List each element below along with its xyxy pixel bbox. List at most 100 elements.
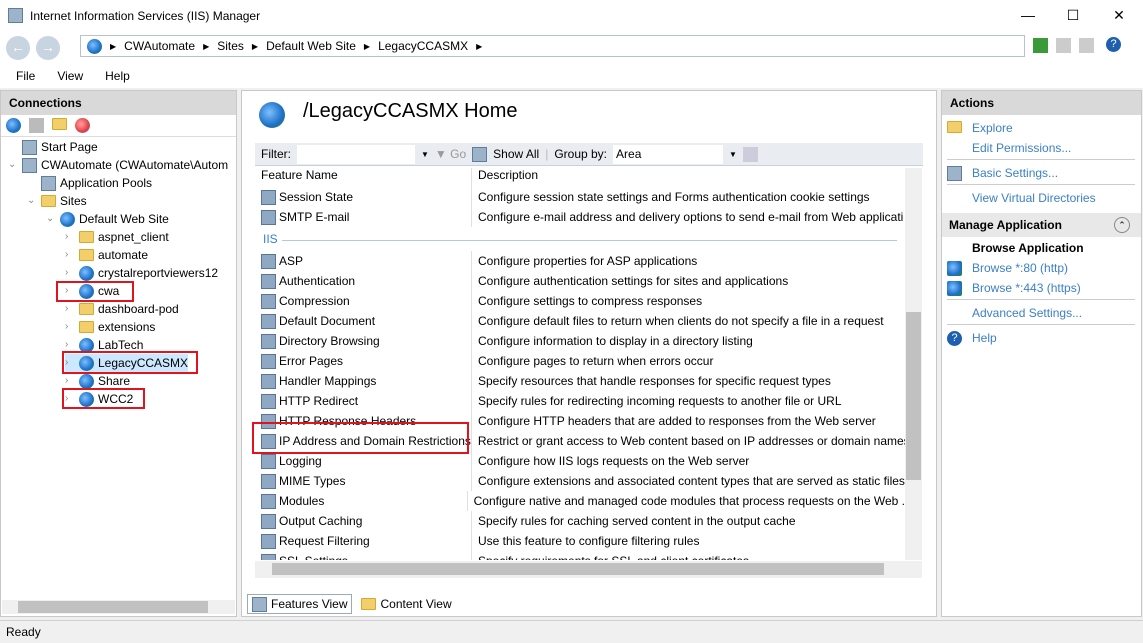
feature-row[interactable]: Compression Configure settings to compres… [255, 291, 905, 311]
breadcrumb-sites[interactable]: Sites [217, 39, 244, 53]
breadcrumb-cwautomate[interactable]: CWAutomate [124, 39, 195, 53]
home-icon[interactable] [1079, 38, 1094, 53]
close-button[interactable]: ✕ [1096, 0, 1142, 30]
advanced-settings-link[interactable]: Advanced Settings... [972, 306, 1082, 320]
browse-443-link[interactable]: Browse *:443 (https) [972, 281, 1081, 295]
feature-row[interactable]: Default Document Configure default files … [255, 311, 905, 331]
feature-name: Error Pages [279, 354, 344, 368]
column-description[interactable]: Description [472, 168, 538, 188]
refresh-icon[interactable] [1033, 38, 1048, 53]
feature-row[interactable]: Error Pages Configure pages to return whe… [255, 351, 905, 371]
column-feature-name[interactable]: Feature Name [255, 168, 472, 188]
expand-chevron-icon[interactable]: ⌄ [8, 156, 18, 174]
expand-chevron-icon[interactable]: › [65, 318, 75, 336]
tree-node[interactable]: › dashboard-pod [65, 300, 179, 318]
tree-node[interactable]: › crystalreportviewers12 [65, 264, 218, 282]
minimize-button[interactable]: — [1005, 0, 1051, 30]
breadcrumb-legacyccasmx[interactable]: LegacyCCASMX [378, 39, 468, 53]
help-link[interactable]: Help [972, 331, 997, 345]
tab-features-view[interactable]: Features View [247, 594, 353, 614]
connect-icon[interactable] [6, 118, 21, 133]
feature-row[interactable]: Request Filtering Use this feature to con… [255, 531, 905, 551]
content-view-icon [361, 598, 377, 610]
show-all-button[interactable]: Show All [493, 147, 539, 161]
explore-link[interactable]: Explore [972, 121, 1013, 135]
feature-row[interactable]: Directory Browsing Configure information … [255, 331, 905, 351]
feature-description: Configure properties for ASP application… [478, 254, 698, 268]
tree-node[interactable]: ⌄ CWAutomate (CWAutomate\Autom [8, 156, 228, 174]
tree-node-label: crystalreportviewers12 [98, 266, 219, 280]
feature-description: Configure settings to compress responses [478, 294, 703, 308]
vscroll-thumb[interactable] [906, 312, 921, 480]
menu-help[interactable]: Help [105, 69, 130, 83]
expand-chevron-icon[interactable]: › [65, 300, 75, 318]
maximize-button[interactable]: ☐ [1050, 0, 1096, 30]
feature-row[interactable]: Handler Mappings Specify resources that h… [255, 371, 905, 391]
tree-node[interactable]: ⌄ Default Web Site [46, 210, 169, 228]
feature-row[interactable]: ASP Configure properties for ASP applicat… [255, 251, 905, 271]
browse-80-link[interactable]: Browse *:80 (http) [972, 261, 1068, 275]
stop-icon[interactable] [1056, 38, 1071, 53]
window-title: Internet Information Services (IIS) Mana… [30, 9, 261, 23]
app-icon [79, 373, 94, 389]
feature-row[interactable]: Session State Configure session state set… [255, 187, 905, 207]
view-virtual-directories-link[interactable]: View Virtual Directories [972, 191, 1096, 205]
filter-dropdown-icon[interactable]: ▼ [421, 150, 429, 159]
menu-view[interactable]: View [57, 69, 83, 83]
go-button[interactable]: ▼ Go [435, 147, 466, 161]
filter-input[interactable] [297, 144, 415, 164]
disconnect-icon[interactable] [75, 118, 90, 133]
up-folder-icon[interactable] [52, 118, 67, 130]
basic-settings-link[interactable]: Basic Settings... [972, 166, 1058, 180]
address-bar[interactable]: ▶ CWAutomate ▶ Sites ▶ Default Web Site … [80, 35, 1025, 57]
tree-node[interactable]: › aspnet_client [65, 228, 169, 246]
view-mode-icon[interactable] [742, 146, 758, 162]
edit-permissions-link[interactable]: Edit Permissions... [972, 141, 1071, 155]
divider [947, 184, 1135, 185]
group-by-select[interactable]: Area [613, 144, 724, 164]
hscroll-thumb[interactable] [272, 563, 884, 575]
tree-node[interactable]: Start Page [8, 138, 98, 156]
feature-description: Configure information to display in a di… [478, 334, 753, 348]
feature-name: Request Filtering [279, 534, 370, 548]
forward-button[interactable]: → [36, 36, 60, 60]
group-divider [282, 240, 897, 241]
expand-chevron-icon[interactable]: ⌄ [27, 192, 37, 210]
feature-row[interactable]: SMTP E-mail Configure e-mail address and … [255, 207, 905, 227]
feature-description: Configure default files to return when c… [478, 314, 884, 328]
feature-row[interactable]: Output Caching Specify rules for caching … [255, 511, 905, 531]
expand-chevron-icon[interactable]: › [65, 264, 75, 282]
feature-name: Authentication [279, 274, 356, 288]
tree-node-label: CWAutomate (CWAutomate\Autom [41, 158, 229, 172]
feature-icon [261, 313, 276, 329]
expand-chevron-icon[interactable]: ⌄ [46, 210, 56, 228]
feature-row[interactable]: Authentication Configure authentication s… [255, 271, 905, 291]
tree-node[interactable]: ⌄ Sites [27, 192, 87, 210]
list-header: Feature Name Description [255, 168, 905, 188]
expand-chevron-icon[interactable]: › [65, 228, 75, 246]
tree-node[interactable]: › automate [65, 246, 148, 264]
group-by-dropdown-icon[interactable]: ▼ [729, 150, 737, 159]
filter-label: Filter: [261, 147, 291, 161]
help-icon[interactable]: ? [1106, 37, 1121, 52]
collapse-section-button[interactable]: ⌃ [1114, 217, 1130, 233]
feature-name: HTTP Redirect [279, 394, 359, 408]
feature-description: Configure e-mail address and delivery op… [478, 210, 904, 224]
menu-file[interactable]: File [16, 69, 35, 83]
tab-content-view[interactable]: Content View [356, 594, 456, 614]
feature-description: Configure pages to return when errors oc… [478, 354, 714, 368]
breadcrumb-default-web-site[interactable]: Default Web Site [266, 39, 356, 53]
tree-node[interactable]: › extensions [65, 318, 155, 336]
feature-row[interactable]: Modules Configure native and managed code… [255, 491, 905, 511]
iis-app-icon [8, 8, 23, 23]
save-icon[interactable] [29, 118, 44, 133]
tree-hscrollbar[interactable] [2, 600, 235, 614]
feature-row[interactable]: HTTP Redirect Specify rules for redirecti… [255, 391, 905, 411]
tree-node[interactable]: Application Pools [27, 174, 152, 192]
feature-row[interactable]: MIME Types Configure extensions and assoc… [255, 471, 905, 491]
expand-chevron-icon[interactable]: › [65, 246, 75, 264]
feature-icon [261, 393, 276, 409]
back-button[interactable]: ← [6, 36, 30, 60]
feature-description: Specify rules for caching served content… [478, 514, 796, 528]
feature-row[interactable]: Logging Configure how IIS logs requests o… [255, 451, 905, 471]
